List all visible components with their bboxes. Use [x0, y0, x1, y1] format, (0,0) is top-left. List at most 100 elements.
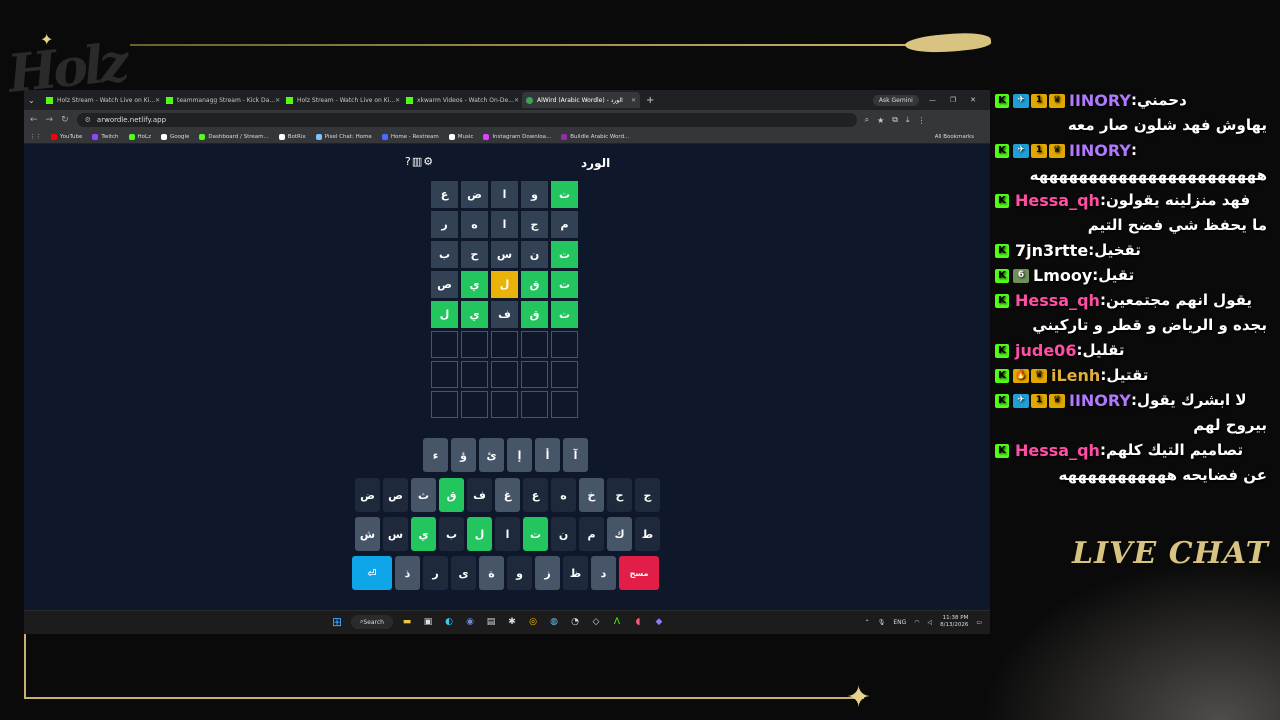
address-bar[interactable]: ⚙ arwordle.netlify.app	[76, 113, 857, 127]
settings-icon[interactable]: ⚙	[423, 155, 434, 168]
browser-tab[interactable]: Holz Stream - Watch Live on Ki... ✕	[42, 92, 160, 108]
stats-icon[interactable]: ▥	[412, 155, 423, 168]
keyboard-key[interactable]: ر	[423, 556, 448, 590]
keyboard-key[interactable]: ع	[523, 478, 548, 512]
all-bookmarks-button[interactable]: All Bookmarks	[935, 134, 974, 140]
mic-icon[interactable]: 🎙	[878, 619, 886, 626]
keyboard-key[interactable]: ي	[411, 517, 436, 551]
tray-chevron-icon[interactable]: ⌃	[865, 619, 870, 626]
store-icon[interactable]: ▣	[421, 615, 435, 629]
keyboard-key[interactable]: ق	[439, 478, 464, 512]
ask-gemini-button[interactable]: Ask Gemini	[872, 94, 919, 106]
chat-username[interactable]: 7jn3rtte	[1015, 238, 1088, 263]
bookmark-item[interactable]: Home - Restream	[381, 133, 439, 140]
volume-icon[interactable]: ◁	[928, 619, 933, 626]
chat-username[interactable]: jude06	[1015, 338, 1076, 363]
bookmark-item[interactable]: BotRix	[278, 133, 306, 140]
chat-username[interactable]: IINORY	[1069, 88, 1131, 113]
keyboard-key[interactable]: ط	[635, 517, 660, 551]
keyboard-key[interactable]: و	[507, 556, 532, 590]
keyboard-key[interactable]: ز	[535, 556, 560, 590]
keyboard-key[interactable]: خ	[579, 478, 604, 512]
file-explorer-icon[interactable]: ▬	[400, 615, 414, 629]
apps-icon[interactable]: ⋮⋮	[30, 134, 41, 140]
close-tab-icon[interactable]: ✕	[514, 97, 519, 104]
keyboard-key[interactable]: ل	[467, 517, 492, 551]
keyboard-key[interactable]: ظ	[563, 556, 588, 590]
keyboard-key[interactable]: ذ	[395, 556, 420, 590]
browser-tab[interactable]: teammanagg Stream - Kick Da... ✕	[162, 92, 280, 108]
app-icon[interactable]: ◆	[652, 615, 666, 629]
browser-tab[interactable]: Holz Stream - Watch Live on Ki... ✕	[282, 92, 400, 108]
chat-username[interactable]: iLenh	[1051, 363, 1100, 388]
chrome-icon[interactable]: ◎	[526, 615, 540, 629]
language-indicator[interactable]: ENG	[893, 619, 906, 626]
bookmark-star-icon[interactable]: ★	[877, 116, 884, 125]
keyboard-key[interactable]: ش	[355, 517, 380, 551]
keyboard-key[interactable]: ث	[411, 478, 436, 512]
taskbar-search[interactable]: ⌕ Search	[351, 615, 393, 629]
keyboard-key[interactable]: ص	[383, 478, 408, 512]
site-info-icon[interactable]: ⚙	[85, 116, 91, 124]
maximize-icon[interactable]: ❐	[950, 96, 956, 104]
chat-username[interactable]: Hessa_qh	[1015, 188, 1100, 213]
keyboard-key[interactable]: س	[383, 517, 408, 551]
tab-search-icon[interactable]: ⌄	[28, 96, 42, 105]
delete-key[interactable]: مسح	[619, 556, 659, 590]
keyboard-key[interactable]: ج	[635, 478, 660, 512]
terminal-icon[interactable]: ▤	[484, 615, 498, 629]
keyboard-key[interactable]: ى	[451, 556, 476, 590]
edge-icon[interactable]: ◐	[442, 615, 456, 629]
chat-username[interactable]: Hessa_qh	[1015, 288, 1100, 313]
close-tab-icon[interactable]: ✕	[155, 97, 160, 104]
clock[interactable]: 11:38 PM 8/13/2026	[940, 615, 968, 629]
keyboard-key[interactable]: ف	[467, 478, 492, 512]
chat-username[interactable]: Hessa_qh	[1015, 438, 1100, 463]
new-tab-icon[interactable]: +	[646, 95, 654, 106]
keyboard-key[interactable]: ؤ	[451, 438, 476, 472]
bookmark-item[interactable]: Dashboard / Stream...	[199, 133, 269, 140]
wifi-icon[interactable]: ◠	[914, 619, 919, 626]
reload-icon[interactable]: ↻	[61, 115, 69, 125]
close-window-icon[interactable]: ✕	[970, 96, 976, 104]
keyboard-key[interactable]: آ	[563, 438, 588, 472]
keyboard-key[interactable]: ء	[423, 438, 448, 472]
bookmark-item[interactable]: Twitch	[92, 133, 119, 140]
app-icon[interactable]: ◔	[568, 615, 582, 629]
keyboard-key[interactable]: أ	[535, 438, 560, 472]
keyboard-key[interactable]: م	[579, 517, 604, 551]
minimize-icon[interactable]: —	[929, 96, 936, 104]
close-tab-icon[interactable]: ✕	[275, 97, 280, 104]
bookmark-item[interactable]: Google	[160, 133, 189, 140]
zoom-icon[interactable]: ⌕	[865, 115, 869, 125]
keyboard-key[interactable]: غ	[495, 478, 520, 512]
keyboard-key[interactable]: ه	[551, 478, 576, 512]
back-icon[interactable]: ←	[30, 115, 38, 125]
close-tab-icon[interactable]: ✕	[395, 97, 400, 104]
help-icon[interactable]: ?	[405, 155, 412, 168]
extensions-icon[interactable]: ⧉	[892, 115, 898, 125]
keyboard-key[interactable]: ض	[355, 478, 380, 512]
keyboard-key[interactable]: ئ	[479, 438, 504, 472]
windows-start-icon[interactable]: ⊞	[330, 615, 344, 629]
chat-username[interactable]: IINORY	[1069, 388, 1131, 413]
app-icon[interactable]: ◇	[589, 615, 603, 629]
bookmark-item[interactable]: Instagram Downloa...	[483, 133, 551, 140]
close-tab-icon[interactable]: ✕	[631, 97, 636, 104]
app-icon[interactable]: Λ	[610, 615, 624, 629]
keyboard-key[interactable]: ك	[607, 517, 632, 551]
keyboard-key[interactable]: ا	[495, 517, 520, 551]
forward-icon[interactable]: →	[46, 115, 54, 125]
download-icon[interactable]: ⤓	[906, 115, 910, 125]
keyboard-key[interactable]: ت	[523, 517, 548, 551]
app-icon[interactable]: ◖	[631, 615, 645, 629]
settings-app-icon[interactable]: ✱	[505, 615, 519, 629]
enter-key[interactable]: ⏎	[352, 556, 392, 590]
keyboard-key[interactable]: ب	[439, 517, 464, 551]
keyboard-key[interactable]: ة	[479, 556, 504, 590]
keyboard-key[interactable]: د	[591, 556, 616, 590]
keyboard-key[interactable]: ن	[551, 517, 576, 551]
bookmark-item[interactable]: Buildle Arabic Word...	[561, 133, 629, 140]
notification-icon[interactable]: ▭	[976, 619, 982, 626]
bookmark-item[interactable]: HoLz	[128, 133, 151, 140]
